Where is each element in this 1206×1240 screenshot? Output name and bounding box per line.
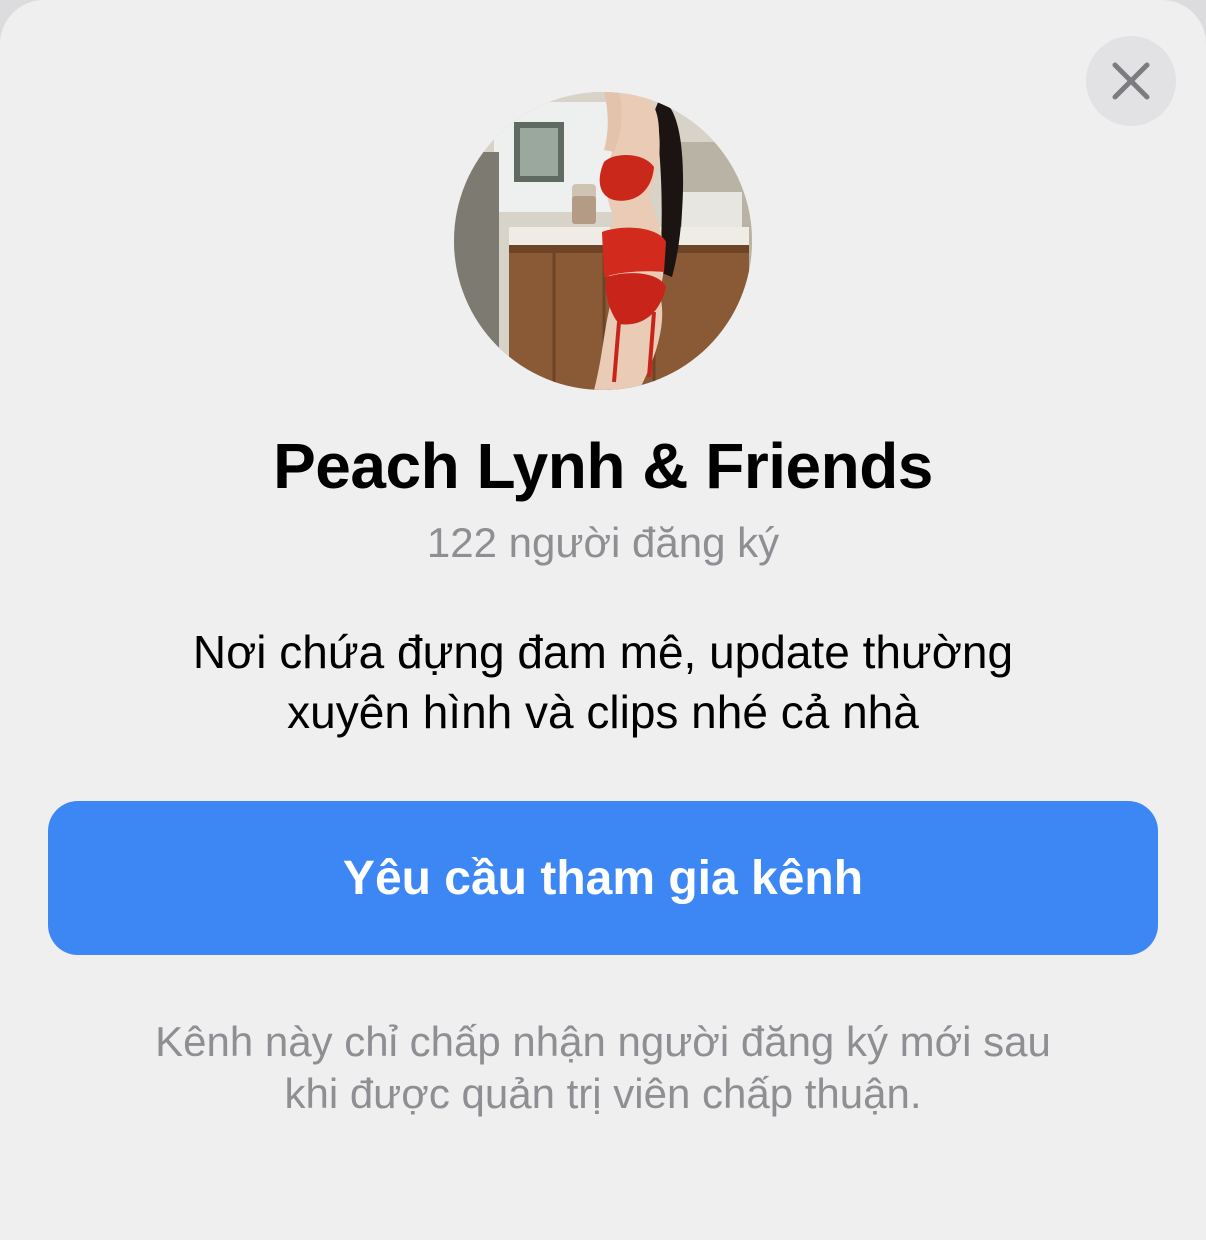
request-join-button[interactable]: Yêu cầu tham gia kênh xyxy=(48,801,1158,955)
channel-avatar xyxy=(454,92,752,390)
channel-title: Peach Lynh & Friends xyxy=(273,430,933,502)
join-channel-sheet: Peach Lynh & Friends 122 người đăng ký N… xyxy=(0,0,1206,1240)
close-icon xyxy=(1112,62,1150,100)
channel-description-line: xuyên hình và clips nhé cả nhà xyxy=(287,686,919,738)
channel-description-line: Nơi chứa đựng đam mê, update thường xyxy=(192,626,1014,678)
approval-notice: Kênh này chỉ chấp nhận người đăng ký mới… xyxy=(90,1016,1116,1120)
approval-notice-line: khi được quản trị viên chấp thuận. xyxy=(284,1070,922,1117)
channel-description: Nơi chứa đựng đam mê, update thường xuyê… xyxy=(100,622,1106,742)
channel-avatar-image xyxy=(454,92,752,390)
close-button[interactable] xyxy=(1086,36,1176,126)
approval-notice-line: Kênh này chỉ chấp nhận người đăng ký mới… xyxy=(155,1018,1051,1065)
subscriber-count: 122 người đăng ký xyxy=(426,519,780,566)
